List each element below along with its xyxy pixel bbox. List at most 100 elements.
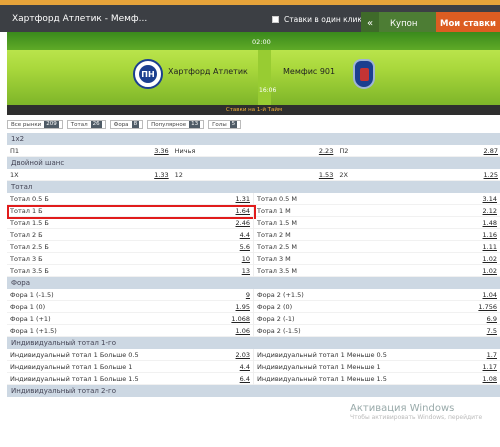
odds-cell[interactable]: Индивидуальный тотал 1 Меньше 0.5 1.7	[254, 349, 500, 361]
odds-cell[interactable]: Тотал 1 Б 1.64	[7, 204, 254, 217]
odds-row: 1X 1.33 12 1.53 2X 1.25	[7, 169, 500, 181]
match-time: 02:00	[252, 38, 271, 46]
market-section-header[interactable]: Фора	[7, 277, 500, 289]
team2-name: Мемфис 901	[283, 67, 336, 76]
odds-value: 1.06	[235, 326, 250, 335]
odds-row: П1 3.36 Ничья 2.23 П2 2.87	[7, 145, 500, 157]
odds-value: 6.9	[486, 314, 497, 323]
odds-cell[interactable]: Фора 2 (-1.5) 7.5	[254, 325, 500, 337]
odds-value: 1.25	[483, 170, 499, 179]
odds-cell[interactable]: П2 2.87	[336, 145, 500, 157]
odds-cell[interactable]: Индивидуальный тотал 1 Больше 1.5 6.4	[7, 372, 254, 385]
match-banner: 02:00 16:06	[7, 32, 500, 105]
odds-value: 3.14	[482, 194, 497, 203]
odds-row: Тотал 0.5 Б 1.31 Тотал 0.5 М 3.14	[7, 192, 500, 205]
team2-logo	[353, 59, 375, 89]
filter-tag[interactable]: Тотал 26	[66, 120, 106, 129]
odds-row: Фора 1 (-1.5) 9 Фора 2 (+1.5) 1.04	[7, 288, 500, 301]
odds-value: 1.16	[482, 230, 497, 239]
odds-row: Тотал 1.5 Б 2.46 Тотал 1.5 М 1.48	[7, 216, 500, 229]
header: Хартфорд Атлетик - Мемф... Ставки в один…	[0, 5, 500, 35]
market-filters: Все рынки 209 Тотал 26 Фора 8 Популярное 13 Голы…	[7, 120, 245, 129]
odds-cell[interactable]: Тотал 1.5 Б 2.46	[7, 216, 254, 229]
odds-row: Фора 1 (0) 1.95 Фора 2 (0) 1.756	[7, 300, 500, 313]
odds-cell[interactable]: 1X 1.33	[7, 169, 172, 181]
odds-row: Индивидуальный тотал 1 Больше 1 4.4 Индиви…	[7, 360, 500, 373]
filter-tag[interactable]: Фора 8	[109, 120, 144, 129]
odds-cell[interactable]: Фора 1 (+1.5) 1.06	[7, 324, 254, 337]
odds-cell[interactable]: Тотал 1.5 М 1.48	[254, 217, 500, 229]
odds-value: 1.17	[482, 362, 497, 371]
odds-row: Индивидуальный тотал 1 Больше 1.5 6.4 Инди…	[7, 372, 500, 385]
odds-value: 7.5	[486, 326, 497, 335]
odds-value: 4.4	[239, 362, 250, 371]
odds-cell[interactable]: Ничья 2.23	[172, 145, 337, 157]
odds-cell[interactable]: Индивидуальный тотал 1 Больше 1 4.4	[7, 360, 254, 373]
odds-value: 1.64	[235, 206, 250, 215]
odds-cell[interactable]: Тотал 2 М 1.16	[254, 229, 500, 241]
odds-value: 1.02	[482, 254, 497, 263]
odds-cell[interactable]: П1 3.36	[7, 145, 172, 157]
team1-logo: ΠΗ	[133, 59, 163, 89]
team1-name: Хартфорд Атлетик	[168, 67, 248, 76]
odds-value: 4.4	[239, 230, 250, 239]
markets-list: 1x2 П1 3.36 Ничья 2.23 П2 2.87 Двойной шанс 1X 1.…	[7, 133, 500, 397]
period-label: Ставки на 1-й Тайм	[7, 105, 500, 115]
odds-cell[interactable]: Индивидуальный тотал 1 Меньше 1.5 1.08	[254, 373, 500, 385]
odds-value: 1.95	[235, 302, 250, 311]
market-section-header[interactable]: Двойной шанс	[7, 157, 500, 169]
market-section-header[interactable]: Индивидуальный тотал 2-го	[7, 385, 500, 397]
odds-cell[interactable]: Тотал 0.5 М 3.14	[254, 193, 500, 205]
odds-row: Тотал 2.5 Б 5.6 Тотал 2.5 М 1.11	[7, 240, 500, 253]
odds-cell[interactable]: 2X 1.25	[336, 169, 500, 181]
filter-tag[interactable]: Все рынки 209	[7, 120, 63, 129]
market-section-header[interactable]: Тотал	[7, 181, 500, 193]
market-section-header[interactable]: Индивидуальный тотал 1-го	[7, 337, 500, 349]
odds-cell[interactable]: Фора 2 (0) 1.756	[254, 301, 500, 313]
odds-cell[interactable]: 12 1.53	[172, 169, 337, 181]
odds-value: 1.33	[154, 170, 169, 179]
odds-cell[interactable]: Тотал 2 Б 4.4	[7, 228, 254, 241]
filter-tag[interactable]: Голы 5	[208, 120, 242, 129]
odds-value: 1.7	[486, 350, 497, 359]
odds-row: Тотал 1 Б 1.64 Тотал 1 М 2.12	[7, 204, 500, 219]
odds-cell[interactable]: Тотал 3 Б 10	[7, 252, 254, 265]
odds-cell[interactable]: Тотал 3.5 М 1.02	[254, 265, 500, 277]
odds-cell[interactable]: Фора 1 (+1) 1.068	[7, 312, 254, 325]
odds-value: 2.23	[318, 146, 334, 155]
one-click-toggle[interactable]: Ставки в один клик	[272, 15, 362, 24]
odds-cell[interactable]: Тотал 2.5 М 1.11	[254, 241, 500, 253]
odds-value: 9	[245, 290, 250, 299]
odds-cell[interactable]: Тотал 3.5 Б 13	[7, 264, 254, 277]
checkbox-icon[interactable]	[272, 16, 279, 23]
odds-value: 1.756	[478, 302, 497, 311]
odds-cell[interactable]: Тотал 2.5 Б 5.6	[7, 240, 254, 253]
odds-value: 2.03	[235, 350, 250, 359]
odds-value: 1.31	[235, 194, 250, 203]
odds-row: Тотал 3 Б 10 Тотал 3 М 1.02	[7, 252, 500, 265]
windows-activation-watermark: Активация Windows Чтобы активировать Win…	[350, 403, 483, 421]
odds-cell[interactable]: Тотал 3 М 1.02	[254, 253, 500, 265]
odds-cell[interactable]: Тотал 1 М 2.12	[254, 205, 500, 217]
odds-cell[interactable]: Индивидуальный тотал 1 Больше 0.5 2.03	[7, 348, 254, 361]
odds-cell[interactable]: Индивидуальный тотал 1 Меньше 1 1.17	[254, 361, 500, 373]
odds-cell[interactable]: Фора 1 (-1.5) 9	[7, 288, 254, 301]
odds-cell[interactable]: Фора 1 (0) 1.95	[7, 300, 254, 313]
odds-value: 13	[241, 266, 250, 275]
odds-value: 1.08	[482, 374, 497, 383]
odds-value: 10	[241, 254, 250, 263]
odds-row: Фора 1 (+1.5) 1.06 Фора 2 (-1.5) 7.5	[7, 324, 500, 337]
match-title: Хартфорд Атлетик - Мемф...	[12, 14, 148, 24]
odds-row: Фора 1 (+1) 1.068 Фора 2 (-1) 6.9	[7, 312, 500, 325]
odds-cell[interactable]: Фора 2 (-1) 6.9	[254, 313, 500, 325]
odds-value: 1.11	[482, 242, 497, 251]
odds-value: 3.36	[154, 146, 169, 155]
odds-value: 1.02	[482, 266, 497, 275]
market-section-header[interactable]: 1x2	[7, 133, 500, 145]
odds-value: 2.87	[483, 146, 499, 155]
odds-cell[interactable]: Фора 2 (+1.5) 1.04	[254, 289, 500, 301]
filter-tag[interactable]: Популярное 13	[147, 120, 205, 129]
match-clock: 16:06	[259, 87, 277, 94]
odds-value: 1.04	[482, 290, 497, 299]
odds-cell[interactable]: Тотал 0.5 Б 1.31	[7, 192, 254, 205]
